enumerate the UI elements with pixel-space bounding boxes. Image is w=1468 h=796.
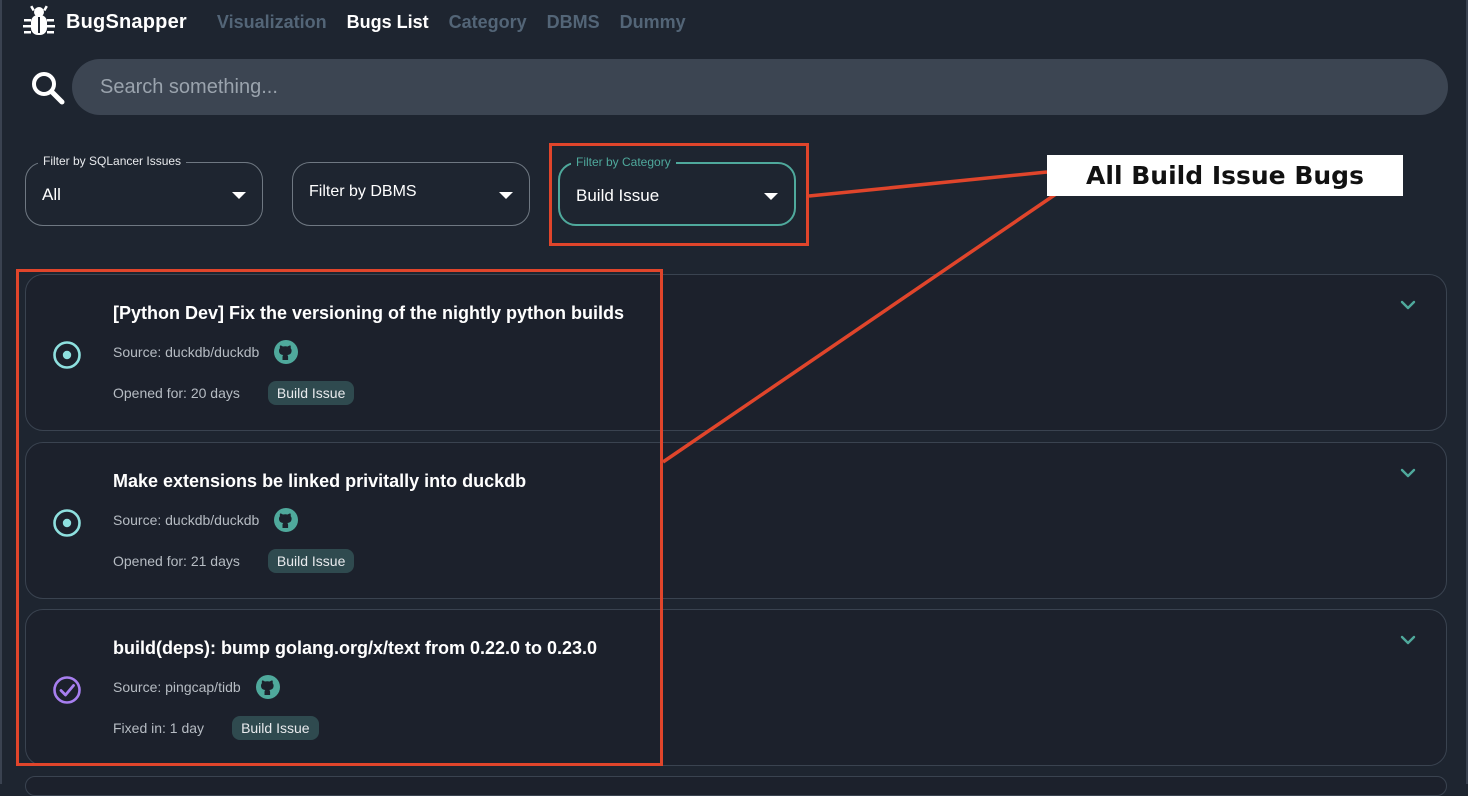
filter-sqlancer-legend: Filter by SQLancer Issues — [38, 154, 187, 168]
bug-source-row: Source: pingcap/tidb — [113, 674, 281, 700]
annotation-label: All Build Issue Bugs — [1047, 155, 1403, 196]
bug-opened-for: Opened for: 21 days — [113, 553, 240, 569]
github-icon[interactable] — [255, 674, 281, 700]
bug-source: Source: pingcap/tidb — [113, 679, 241, 695]
bug-source-row: Source: duckdb/duckdb — [113, 339, 299, 365]
nav-dummy[interactable]: Dummy — [620, 12, 686, 33]
category-badge: Build Issue — [267, 381, 355, 405]
filter-category-legend: Filter by Category — [571, 155, 676, 169]
filter-category-value: Build Issue — [576, 186, 660, 205]
chevron-down-icon[interactable] — [1398, 463, 1418, 483]
bug-opened-for: Opened for: 20 days — [113, 385, 240, 401]
bug-title[interactable]: Make extensions be linked privitally int… — [113, 471, 526, 492]
open-circle-icon — [53, 509, 81, 537]
bug-meta-row: Opened for: 20 days Build Issue — [113, 381, 355, 405]
fixed-check-icon — [53, 676, 81, 704]
nav-category[interactable]: Category — [449, 12, 527, 33]
open-circle-icon — [53, 341, 81, 369]
bug-source: Source: duckdb/duckdb — [113, 344, 260, 360]
top-navbar: BugSnapper Visualization Bugs List Categ… — [22, 5, 706, 38]
dropdown-caret-icon — [764, 193, 778, 200]
bug-title[interactable]: build(deps): bump golang.org/x/text from… — [113, 638, 597, 659]
bug-source: Source: duckdb/duckdb — [113, 512, 260, 528]
search-icon[interactable] — [30, 70, 66, 106]
chevron-down-icon[interactable] — [1398, 630, 1418, 650]
nav-bugs-list[interactable]: Bugs List — [347, 12, 429, 33]
github-icon[interactable] — [273, 339, 299, 365]
bug-fixed-in: Fixed in: 1 day — [113, 720, 205, 736]
page-frame-left — [0, 0, 2, 784]
category-badge: Build Issue — [267, 549, 355, 573]
search-input[interactable] — [72, 59, 1448, 115]
bug-meta-row: Fixed in: 1 day Build Issue — [113, 716, 319, 740]
bug-title[interactable]: [Python Dev] Fix the versioning of the n… — [113, 303, 624, 324]
filter-sqlancer-value: All — [42, 185, 61, 204]
dropdown-caret-icon — [499, 192, 513, 199]
bug-logo-icon — [23, 5, 55, 35]
bug-card-partial[interactable] — [25, 776, 1447, 796]
filter-sqlancer-issues[interactable]: Filter by SQLancer Issues All — [25, 154, 263, 226]
filter-dbms[interactable]: Filter by DBMS — [292, 162, 530, 226]
bug-card[interactable]: [Python Dev] Fix the versioning of the n… — [25, 274, 1447, 431]
nav-visualization[interactable]: Visualization — [217, 12, 327, 33]
github-icon[interactable] — [273, 507, 299, 533]
bug-meta-row: Opened for: 21 days Build Issue — [113, 549, 355, 573]
filter-category[interactable]: Filter by Category Build Issue — [558, 155, 796, 226]
bug-source-row: Source: duckdb/duckdb — [113, 507, 299, 533]
bug-card[interactable]: build(deps): bump golang.org/x/text from… — [25, 609, 1447, 766]
dropdown-caret-icon — [232, 192, 246, 199]
category-badge: Build Issue — [232, 716, 319, 740]
brand-name[interactable]: BugSnapper — [66, 11, 187, 34]
nav-dbms[interactable]: DBMS — [547, 12, 600, 33]
bug-card[interactable]: Make extensions be linked privitally int… — [25, 442, 1447, 599]
filter-dbms-value: Filter by DBMS — [309, 183, 417, 200]
chevron-down-icon[interactable] — [1398, 295, 1418, 315]
